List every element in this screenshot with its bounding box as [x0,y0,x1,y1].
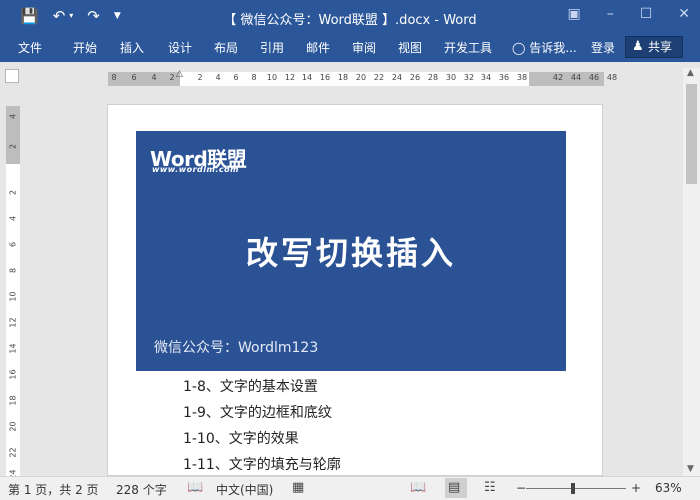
tab-layout[interactable]: 布局 [214,39,238,56]
web-layout-icon[interactable]: ☷ [484,480,496,495]
ruler-tick-label: 16 [8,369,18,380]
print-layout-icon[interactable]: ▤ [448,480,460,495]
proofing-icon[interactable]: 📖 [187,480,203,495]
zoom-level[interactable]: 63% [655,481,682,495]
ruler-tick-label: 18 [8,395,18,406]
zoom-in-button[interactable]: + [631,481,641,495]
ruler-tick-label: 4 [151,73,157,82]
tab-selector-icon[interactable] [5,69,19,83]
ruler-tick-label: 16 [319,73,331,82]
lightbulb-icon: ◯ [512,41,530,55]
ruler-tick-label: 10 [266,73,278,82]
ruler-tick-label: 18 [337,73,349,82]
ruler-tick-label: 8 [251,73,257,82]
ruler-tick-label: 12 [8,317,18,328]
scroll-thumb[interactable] [686,84,697,184]
ruler-tick-label: 8 [111,73,117,82]
ruler-tick-label: 2 [8,189,18,196]
tab-view[interactable]: 视图 [398,39,422,56]
ruler-tick-label: 2 [197,73,203,82]
ribbon-display-icon[interactable]: ▣ [567,6,580,22]
macro-icon[interactable]: ▦ [292,480,304,495]
ruler-tick-label: 12 [284,73,296,82]
ruler-tick-label: 22 [373,73,385,82]
vertical-scrollbar[interactable]: ▲ ▼ [683,68,700,476]
share-button[interactable]: ♟ 共享 [625,36,683,58]
ruler-tick-label: 2 [8,143,18,150]
read-mode-icon[interactable]: 📖 [410,480,426,495]
banner-footer: 微信公众号：Wordlm123 [154,340,319,356]
banner-title: 改写切换插入 [245,234,456,272]
ruler-tick-label: 34 [480,73,492,82]
status-bar: 第 1 页，共 2 页 228 个字 📖 中文(中国) ▦ 📖 ▤ ☷ − + … [0,476,700,500]
ruler-tick-label: 30 [445,73,457,82]
ruler-tick-label: 28 [427,73,439,82]
tab-developer[interactable]: 开发工具 [444,39,492,56]
ruler-tick-label: 36 [498,73,510,82]
logo-url: www.wordlm.com [152,165,239,174]
ruler-tick-label: 14 [301,73,313,82]
ruler-tick-label: 22 [8,447,18,458]
vertical-ruler: 4 2 2 4 6 8 10 12 14 16 18 20 22 24 [6,106,20,480]
tab-insert[interactable]: 插入 [120,39,144,56]
zoom-slider[interactable] [526,488,626,489]
tab-design[interactable]: 设计 [168,39,192,56]
banner-image[interactable]: Word联盟 www.wordlm.com 改写切换插入 微信公众号：Wordl… [136,131,566,371]
ruler-tick-label: 20 [355,73,367,82]
tab-references[interactable]: 引用 [260,39,284,56]
tab-review[interactable]: 审阅 [352,39,376,56]
scroll-down-icon[interactable]: ▼ [687,464,694,474]
ruler-tick-label: 14 [8,343,18,354]
list-item: 1-8、文字的基本设置 [183,379,318,395]
tab-mailings[interactable]: 邮件 [306,39,330,56]
ruler-tick-label: 46 [588,73,600,82]
ruler-tick-label: 2 [169,73,175,82]
close-icon[interactable]: ✕ [678,6,690,22]
minimize-icon[interactable]: – [607,6,614,22]
ruler-tick-label: 42 [552,73,564,82]
document-body: 1-8、文字的基本设置 1-9、文字的边框和底纹 1-10、文字的效果 1-11… [183,377,341,481]
ruler-tick-label: 24 [391,73,403,82]
ruler-tick-label: 6 [131,73,137,82]
ruler-tick-label: 6 [8,241,18,248]
language-indicator[interactable]: 中文(中国) [216,481,273,498]
login-link[interactable]: 登录 [591,39,615,56]
window-controls: ▣ – ☐ ✕ [567,6,690,22]
zoom-out-button[interactable]: − [516,481,526,495]
ruler-tick-label: 38 [516,73,528,82]
ruler-tick-label: 48 [606,73,618,82]
ruler-tick-label: 32 [463,73,475,82]
tell-me-box[interactable]: ◯ 告诉我... [512,39,577,56]
indent-marker-icon[interactable]: △ [176,69,183,79]
ruler-tick-label: 10 [8,291,18,302]
ruler-tick-label: 26 [409,73,421,82]
ruler-tick-label: 4 [215,73,221,82]
tab-home[interactable]: 开始 [73,39,97,56]
ruler-tick-label: 4 [8,113,18,120]
zoom-slider-thumb[interactable] [571,483,575,494]
ruler-tick-label: 6 [233,73,239,82]
share-label: 共享 [648,40,673,54]
word-count[interactable]: 228 个字 [116,481,167,498]
title-bar: 💾 ↶ ▾ ↷ ▼ 【 微信公众号：Word联盟 】.docx - Word ▣… [0,0,700,34]
ruler-tick-label: 20 [8,421,18,432]
ribbon-tabs: 文件 开始 插入 设计 布局 引用 邮件 审阅 视图 开发工具 ◯ 告诉我...… [0,34,700,62]
horizontal-ruler: 8 6 4 2 2 4 6 8 10 12 14 16 18 20 22 24 26 28 30 32 34 36 38 42… [0,62,700,96]
ruler-tick-label: 4 [8,215,18,222]
ruler-tick-label: 44 [570,73,582,82]
list-item: 1-10、文字的效果 [183,431,299,447]
list-item: 1-9、文字的边框和底纹 [183,405,332,421]
scroll-up-icon[interactable]: ▲ [687,68,694,78]
maximize-icon[interactable]: ☐ [640,6,653,22]
ruler-tick-label: 8 [8,267,18,274]
page-count[interactable]: 第 1 页，共 2 页 [8,481,99,498]
tell-me-label: 告诉我... [529,41,577,55]
document-page[interactable]: Word联盟 www.wordlm.com 改写切换插入 微信公众号：Wordl… [107,104,603,476]
person-icon: ♟ [632,39,644,54]
tab-file[interactable]: 文件 [18,39,42,56]
